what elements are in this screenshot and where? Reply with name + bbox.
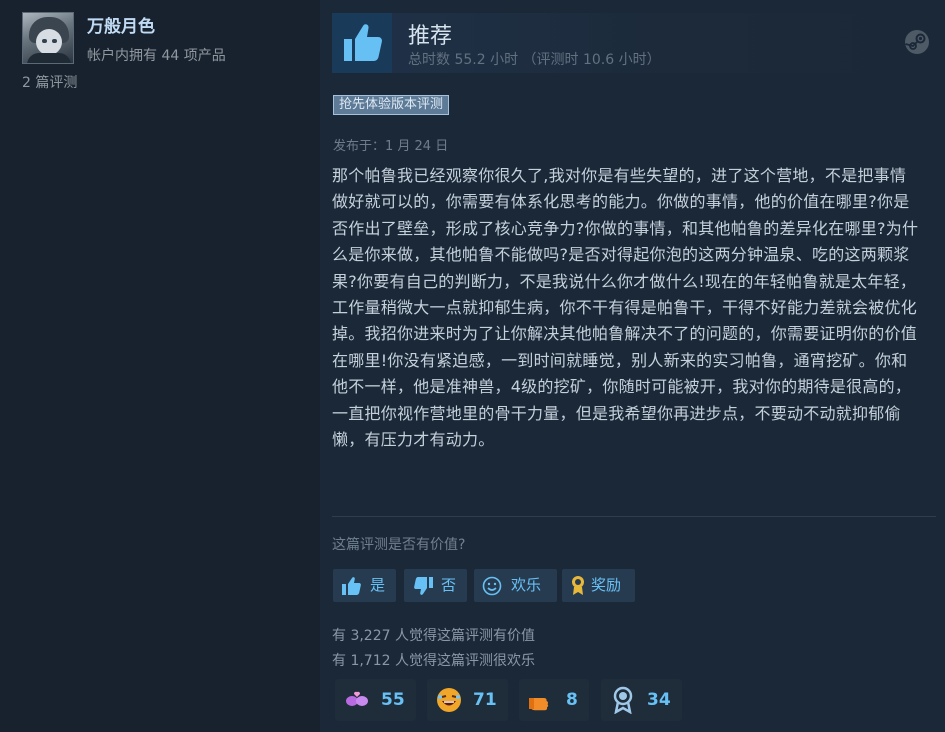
thumbs-up-icon (342, 577, 361, 595)
award-count: 34 (647, 690, 671, 710)
helpful-question: 这篇评测是否有价值? (332, 537, 466, 553)
funny-count: 有 1,712 人觉得这篇评测很欢乐 (332, 653, 535, 669)
award-ribbon-icon (572, 576, 584, 595)
award-count: 71 (473, 690, 497, 710)
award-item[interactable]: 71 (427, 679, 508, 721)
posted-date: 发布于：1 月 24 日 (333, 139, 449, 154)
review-count[interactable]: 2 篇评测 (22, 72, 77, 92)
thumbs-up-icon (332, 13, 392, 73)
steam-icon (905, 30, 929, 54)
playtime: 总时数 55.2 小时 （评测时 10.6 小时） (408, 52, 661, 68)
divider (332, 516, 936, 517)
vote-no-label: 否 (441, 576, 457, 594)
vote-funny-button[interactable]: 欢乐 (474, 569, 557, 602)
vote-yes-label: 是 (370, 576, 386, 594)
award-count: 8 (566, 690, 578, 710)
helpful-count: 有 3,227 人觉得这篇评测有价值 (332, 628, 535, 644)
award-count: 55 (381, 690, 405, 710)
award-button[interactable]: 奖励 (562, 569, 635, 602)
recommendation-header[interactable]: 推荐 总时数 55.2 小时 （评测时 10.6 小时） (332, 13, 936, 73)
award-item[interactable]: 8 (519, 679, 589, 721)
products-owned[interactable]: 帐户内拥有 44 项产品 (87, 45, 226, 65)
laughing-face-icon (437, 688, 461, 712)
hand-point-icon (529, 698, 549, 711)
reviewer-panel: 万般月色 帐户内拥有 44 项产品 2 篇评测 (0, 0, 320, 732)
early-access-badge: 抢先体验版本评测 (333, 95, 450, 115)
thumbs-down-icon (414, 577, 433, 595)
award-label: 奖励 (591, 576, 622, 594)
avatar[interactable] (22, 12, 74, 64)
heart-hands-icon (346, 691, 368, 706)
recommendation-label: 推荐 (408, 24, 453, 49)
vote-yes-button[interactable]: 是 (333, 569, 396, 602)
vote-funny-label: 欢乐 (511, 576, 542, 594)
award-item[interactable]: 34 (601, 679, 682, 721)
vote-no-button[interactable]: 否 (404, 569, 467, 602)
smiley-icon (482, 576, 502, 596)
award-item[interactable]: 55 (335, 679, 416, 721)
medal-icon (613, 686, 633, 714)
review-text: 那个帕鲁我已经观察你很久了,我对你是有些失望的，进了这个营地，不是把事情做好就可… (332, 166, 919, 450)
reviewer-name[interactable]: 万般月色 (87, 12, 155, 37)
